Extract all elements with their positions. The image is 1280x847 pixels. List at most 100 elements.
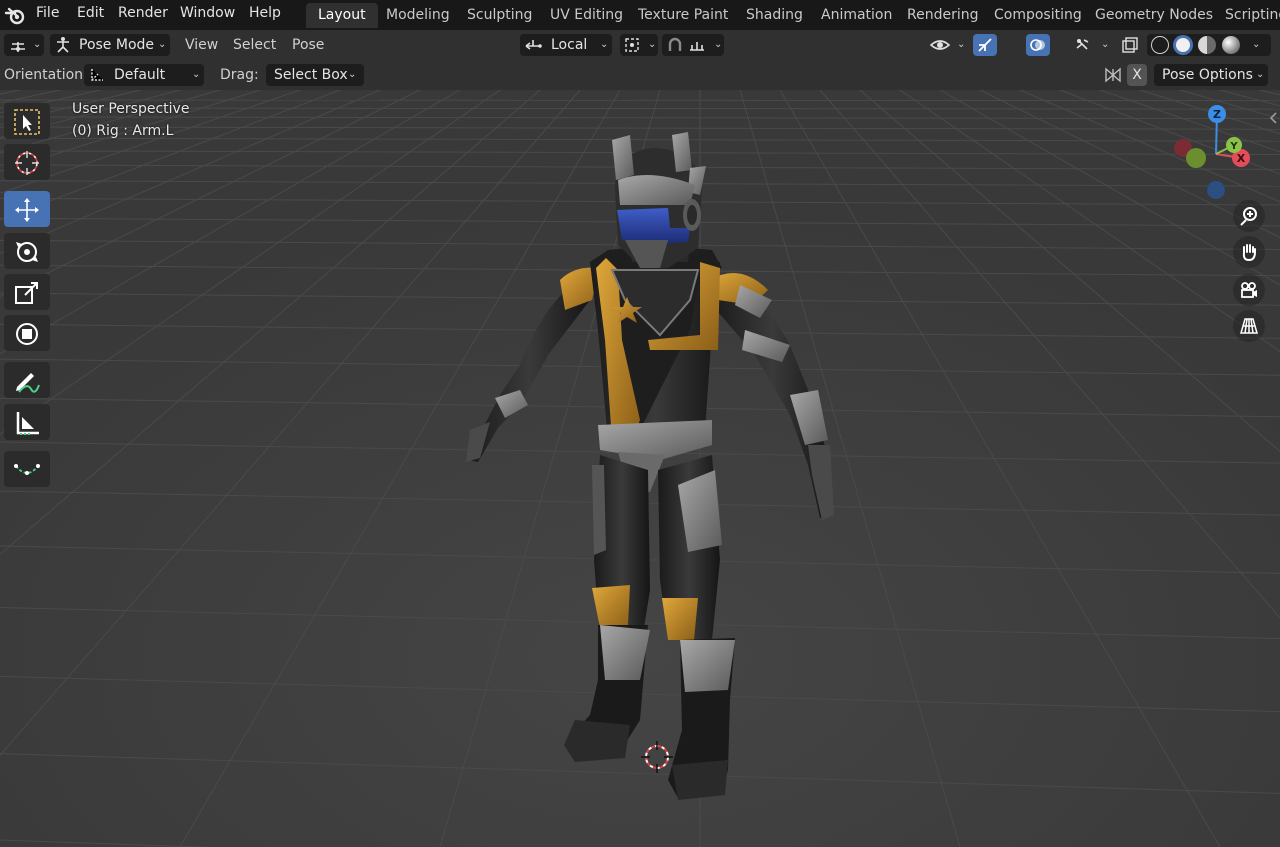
orientation-dropdown-value: Default [114, 67, 166, 83]
active-object-info: (0) Rig : Arm.L [72, 123, 174, 139]
tab-modeling[interactable]: Modeling [374, 3, 462, 28]
chevron-down-icon: ⌄ [158, 39, 167, 50]
tab-sculpting[interactable]: Sculpting [455, 3, 544, 28]
annotate-tool[interactable] [4, 362, 50, 398]
cursor-tool[interactable] [4, 144, 50, 180]
menu-edit[interactable]: Edit [77, 0, 104, 30]
chevron-down-icon: ⌄ [1101, 39, 1110, 50]
chevron-down-icon: ⌄ [648, 39, 657, 50]
gizmo-icon [978, 38, 992, 52]
chevron-down-icon: ⌄ [33, 39, 42, 50]
move-tool[interactable] [4, 191, 50, 227]
3d-cursor-icon[interactable] [640, 740, 674, 774]
tab-shading[interactable]: Shading [734, 3, 815, 28]
armored-character-model[interactable] [0, 90, 1280, 847]
chevron-down-icon[interactable]: ⌄ [1252, 34, 1260, 56]
menu-window[interactable]: Window [180, 0, 235, 30]
rotate-tool[interactable] [4, 233, 50, 269]
transform-tool[interactable] [4, 315, 50, 351]
chevron-down-icon: ⌄ [714, 39, 723, 50]
overlays-toggle[interactable] [1026, 34, 1050, 56]
transform-icon [16, 323, 38, 345]
sidebar-toggle-chevron-icon[interactable] [1268, 111, 1278, 125]
local-orientation-icon [525, 40, 542, 50]
gizmo-x-label: X [1237, 152, 1246, 165]
3d-viewport[interactable]: User Perspective (0) Rig : Arm.L Z X Y [0, 90, 1280, 847]
tab-animation[interactable]: Animation [809, 3, 904, 28]
pan-button[interactable] [1233, 236, 1265, 268]
select-box-tool[interactable] [4, 103, 50, 139]
rendered-shading-icon[interactable] [1222, 36, 1240, 54]
tab-texture-paint[interactable]: Texture Paint [626, 3, 740, 28]
hand-icon [1242, 244, 1256, 262]
select-menu[interactable]: Select [233, 34, 276, 56]
tab-scripting[interactable]: Scripting [1213, 3, 1280, 28]
view-menu[interactable]: View [185, 34, 218, 56]
camera-view-button[interactable] [1233, 274, 1265, 306]
orientation-dropdown[interactable]: Default ⌄ [84, 64, 204, 86]
zoom-icon [1240, 207, 1257, 226]
perspective-toggle-button[interactable] [1233, 310, 1265, 342]
mode-label: Pose Mode [79, 37, 155, 53]
visibility-dropdown[interactable]: ⌄ [928, 34, 966, 56]
annotate-pencil-icon [16, 373, 40, 393]
snap-icon [668, 37, 682, 51]
snap-group[interactable]: ⌄ [662, 34, 724, 56]
xray-toggle[interactable] [1118, 34, 1142, 56]
mode-dropdown[interactable]: Pose Mode ⌄ [50, 34, 170, 56]
menu-file[interactable]: File [36, 0, 59, 30]
tab-geometry-nodes[interactable]: Geometry Nodes [1083, 3, 1225, 28]
chevron-down-icon: ⌄ [348, 69, 357, 80]
tool-settings-bar: Orientation: Default ⌄ Drag: Select Box … [0, 60, 1280, 90]
chevron-down-icon: ⌄ [192, 69, 201, 80]
shading-group[interactable]: ⌄ [1147, 34, 1271, 56]
tab-layout[interactable]: Layout [306, 3, 378, 28]
camera-icon [1241, 282, 1257, 298]
pose-options-dropdown[interactable]: Pose Options ⌄ [1154, 64, 1268, 86]
snap-increment-icon [690, 42, 704, 51]
zoom-button[interactable] [1233, 200, 1265, 232]
measure-tool[interactable] [4, 404, 50, 440]
overlays-icon [1030, 39, 1045, 51]
menu-render[interactable]: Render [118, 0, 168, 30]
xray-icon [1122, 37, 1138, 53]
relax-pose-tool[interactable] [4, 451, 50, 487]
drag-dropdown-value: Select Box [274, 67, 348, 83]
pose-menu[interactable]: Pose [292, 34, 324, 56]
orientation-label: Local [551, 37, 588, 53]
grid-perspective-icon [1240, 318, 1258, 334]
x-mirror-toggle[interactable]: X [1127, 64, 1147, 86]
editor-type-button[interactable]: ⌄ [4, 34, 44, 56]
solid-shading-icon[interactable] [1173, 35, 1193, 55]
scale-tool[interactable] [4, 274, 50, 310]
menu-help[interactable]: Help [249, 0, 281, 30]
bone-icon [1076, 39, 1089, 50]
transform-orientation-dropdown[interactable]: Local ⌄ [520, 34, 612, 56]
tab-uv-editing[interactable]: UV Editing [538, 3, 635, 28]
navigation-gizmo[interactable]: Z X Y [1168, 98, 1268, 208]
tab-compositing[interactable]: Compositing [982, 3, 1094, 28]
pivot-point-dropdown[interactable]: ⌄ [620, 34, 658, 56]
gizmo-z-label: Z [1213, 108, 1221, 121]
mirror-butterfly-icon[interactable] [1103, 65, 1123, 85]
axes-editor-icon [11, 42, 25, 52]
top-bar: File Edit Render Window Help Layout Mode… [0, 0, 1280, 30]
drag-field-label: Drag: [220, 67, 259, 83]
select-box-icon [14, 109, 40, 135]
material-shading-icon[interactable] [1198, 36, 1216, 54]
pose-mode-icon [57, 37, 69, 53]
drag-dropdown[interactable]: Select Box ⌄ [266, 64, 364, 86]
viewport-header: ⌄ Pose Mode ⌄ View Select Pose Local ⌄ ⌄ [0, 30, 1280, 77]
blender-logo-icon[interactable] [4, 4, 26, 26]
gizmo-y-label: Y [1229, 141, 1238, 152]
orientation-axes-icon [91, 69, 103, 81]
gizmo-toggle[interactable] [973, 34, 997, 56]
bone-overlay-dropdown[interactable]: ⌄ [1072, 34, 1112, 56]
move-arrows-icon [15, 198, 39, 222]
crosshair-cursor-icon [15, 151, 39, 175]
tab-rendering[interactable]: Rendering [895, 3, 991, 28]
scale-icon [15, 282, 38, 304]
pose-options-label: Pose Options [1162, 67, 1253, 83]
measure-ruler-icon [16, 412, 39, 435]
wireframe-shading-icon[interactable] [1151, 36, 1169, 54]
